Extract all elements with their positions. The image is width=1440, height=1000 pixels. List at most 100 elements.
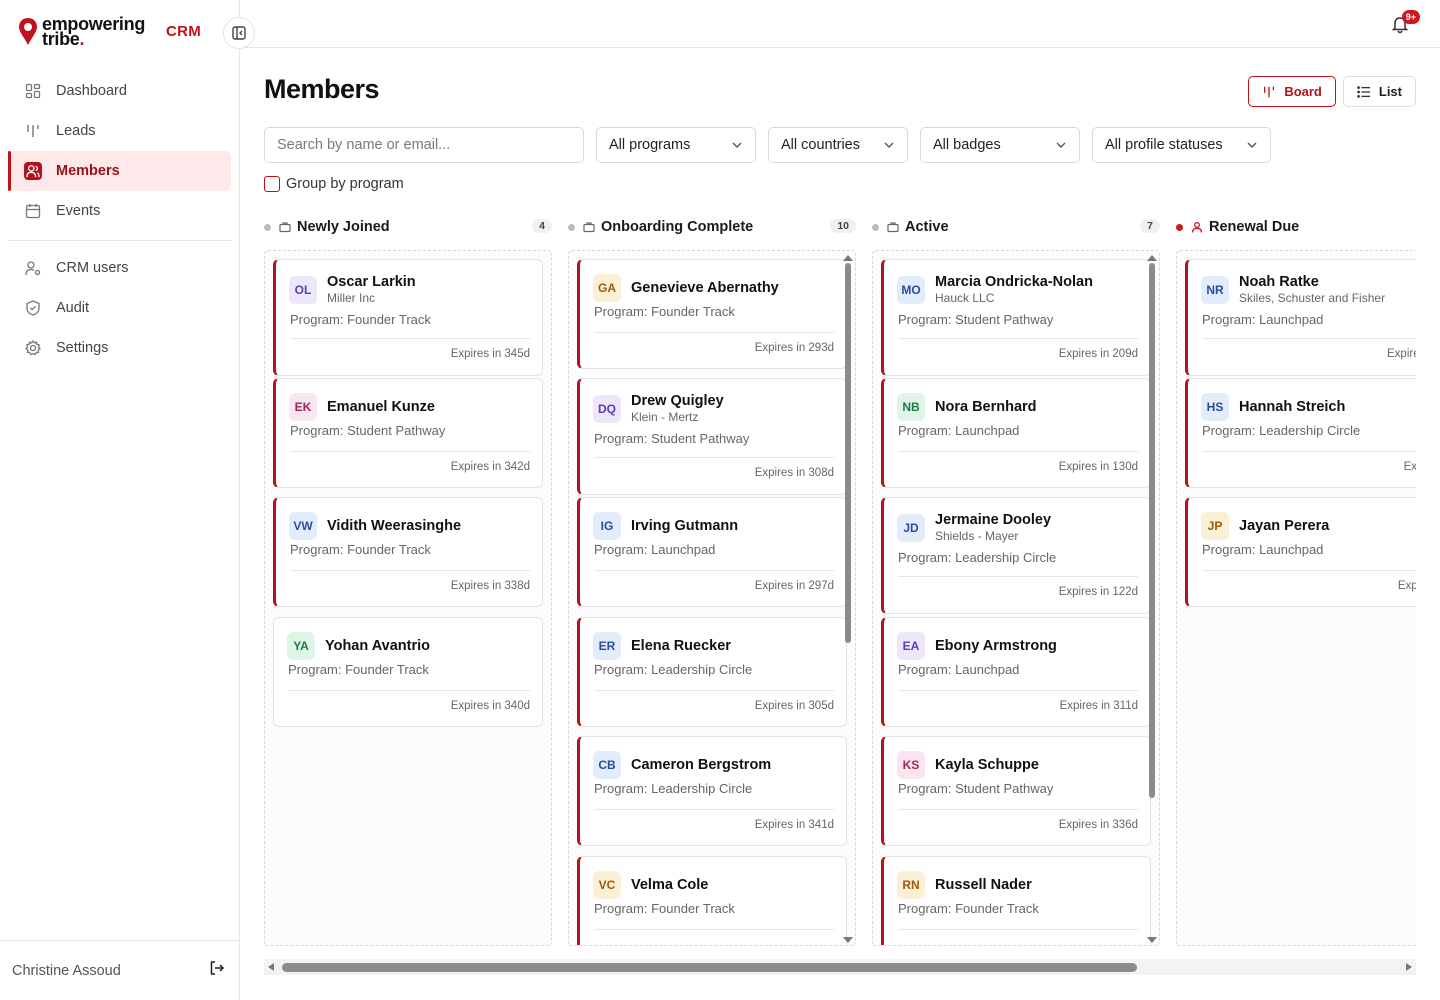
member-name: Ebony Armstrong: [935, 637, 1057, 654]
list-view-button[interactable]: List: [1342, 76, 1416, 107]
scroll-down-arrow[interactable]: [843, 937, 853, 943]
member-card[interactable]: GA Genevieve Abernathy Program: Founder Tr…: [577, 259, 847, 369]
member-card[interactable]: JD Jermaine Dooley Shields - Mayer Program:…: [881, 497, 1151, 614]
sidebar-item-members[interactable]: Members: [8, 151, 231, 191]
location-pin-icon: [19, 18, 37, 45]
column-title: Newly Joined: [297, 219, 390, 235]
avatar: IG: [593, 512, 621, 540]
avatar: VW: [289, 512, 317, 540]
user-cog-icon: [24, 259, 42, 277]
scrollbar-thumb[interactable]: [845, 263, 851, 643]
sidebar-item-crm-users[interactable]: CRM users: [8, 248, 231, 288]
member-name: Marcia Ondricka-Nolan: [935, 274, 1093, 290]
shield-icon: [24, 299, 42, 317]
sidebar-item-audit[interactable]: Audit: [8, 288, 231, 328]
member-program: Program: Founder Track: [594, 901, 735, 916]
card-divider: [898, 690, 1138, 691]
status-dot: [1176, 223, 1183, 231]
member-card[interactable]: YA Yohan Avantrio Program: Founder Track Ex…: [273, 617, 543, 727]
scroll-left-arrow[interactable]: [268, 963, 274, 971]
membership-expiry: Expires in 338d: [450, 580, 530, 592]
avatar: OL: [289, 275, 317, 304]
member-card[interactable]: OL Oscar Larkin Miller Inc Program: Founder…: [273, 259, 543, 376]
member-card[interactable]: NB Nora Bernhard Program: Launchpad Expires…: [881, 378, 1151, 488]
avatar: RN: [897, 871, 925, 899]
member-card[interactable]: IG Irving Gutmann Program: Launchpad Expire…: [577, 497, 847, 607]
member-card[interactable]: KS Kayla Schuppe Program: Student Pathway E…: [881, 736, 1151, 846]
sidebar-item-events[interactable]: Events: [8, 191, 231, 231]
sidebar-item-settings[interactable]: Settings: [8, 328, 231, 368]
member-card-header: MO Marcia Ondricka-Nolan Hauck LLC: [897, 274, 1093, 305]
column-vertical-scrollbar[interactable]: [843, 255, 853, 943]
column-vertical-scrollbar[interactable]: [1147, 255, 1157, 943]
column-count-badge: 10: [830, 219, 856, 233]
member-program: Program: Founder Track: [290, 312, 431, 327]
member-card[interactable]: DQ Drew Quigley Klein - Mertz Program: Stud…: [577, 378, 847, 495]
column-cards-container[interactable]: OL Oscar Larkin Miller Inc Program: Founder…: [264, 250, 552, 946]
board-column: Onboarding Complete 10 GA Genevieve Abernat…: [568, 212, 856, 946]
avatar: HS: [1201, 393, 1229, 421]
profile-statuses-select[interactable]: All profile statuses: [1092, 127, 1271, 163]
member-card-header: HS Hannah Streich: [1201, 393, 1345, 421]
member-program: Program: Founder Track: [290, 542, 431, 557]
member-card[interactable]: EA Ebony Armstrong Program: Launchpad Expir…: [881, 617, 1151, 727]
member-card[interactable]: ER Elena Ruecker Program: Leadership Circl…: [577, 617, 847, 727]
chevron-down-icon: [731, 139, 743, 151]
sidebar-item-label: CRM users: [56, 260, 129, 276]
member-card[interactable]: CB Cameron Bergstrom Program: Leadership C…: [577, 736, 847, 846]
member-card[interactable]: HS Hannah Streich Program: Leadership Circ…: [1185, 378, 1416, 488]
group-by-program-toggle[interactable]: Group by program: [264, 176, 404, 192]
board-horizontal-scrollbar[interactable]: [264, 959, 1416, 975]
membership-expiry: Expires in 336d: [1058, 819, 1138, 831]
member-program: Program: Leadership Circle: [594, 662, 753, 677]
sidebar-item-dashboard[interactable]: Dashboard: [8, 71, 231, 111]
member-name: Russell Nader: [935, 876, 1032, 893]
search-input[interactable]: [264, 127, 584, 163]
member-card[interactable]: EK Emanuel Kunze Program: Student Pathway E…: [273, 378, 543, 488]
board-view-button[interactable]: Board: [1248, 76, 1336, 107]
member-card[interactable]: VW Vidith Weerasinghe Program: Founder Tra…: [273, 497, 543, 607]
card-divider: [1202, 570, 1416, 571]
column-cards-container[interactable]: NR Noah Ratke Skiles, Schuster and Fisher P…: [1176, 250, 1416, 946]
member-card[interactable]: JP Jayan Perera Program: Launchpad Expires …: [1185, 497, 1416, 607]
membership-expiry: Expired 7d: [1387, 348, 1416, 360]
group-by-program-checkbox[interactable]: [264, 176, 280, 192]
scroll-up-arrow[interactable]: [843, 255, 853, 261]
member-card[interactable]: MO Marcia Ondricka-Nolan Hauck LLC Program:…: [881, 259, 1151, 376]
badges-select[interactable]: All badges: [920, 127, 1080, 163]
filters-bar: All programs All countries All badges Al…: [264, 127, 1271, 163]
column-cards-container[interactable]: GA Genevieve Abernathy Program: Founder Tr…: [568, 250, 856, 946]
scrollbar-thumb[interactable]: [282, 963, 1137, 972]
member-name: Noah Ratke: [1239, 274, 1319, 290]
sidebar-item-leads[interactable]: Leads: [8, 111, 231, 151]
list-icon: [1357, 85, 1371, 99]
avatar: NB: [897, 393, 925, 421]
avatar: VC: [593, 871, 621, 899]
scrollbar-thumb[interactable]: [1149, 263, 1155, 798]
calendar-icon: [24, 202, 42, 220]
member-name: Velma Cole: [631, 876, 709, 893]
chevron-down-icon: [883, 139, 895, 151]
programs-select[interactable]: All programs: [596, 127, 756, 163]
card-divider: [898, 338, 1138, 339]
membership-expiry: Expires in 130d: [1058, 461, 1138, 473]
brand-logo[interactable]: empowering tribe.: [18, 14, 145, 50]
kanban-board: Newly Joined 4 OL Oscar Larkin Miller Inc Pro…: [264, 212, 1416, 946]
member-card[interactable]: VC Velma Cole Program: Founder Track: [577, 856, 847, 945]
member-card[interactable]: RN Russell Nader Program: Founder Track: [881, 856, 1151, 945]
member-card[interactable]: NR Noah Ratke Skiles, Schuster and Fisher P…: [1185, 259, 1416, 376]
status-dot: [872, 223, 879, 231]
collapse-sidebar-button[interactable]: [223, 17, 255, 49]
member-company: Skiles, Schuster and Fisher: [1239, 291, 1386, 305]
scroll-up-arrow[interactable]: [1147, 255, 1157, 261]
member-card-header: JD Jermaine Dooley Shields - Mayer: [897, 512, 1051, 543]
member-program: Program: Founder Track: [898, 901, 1039, 916]
scroll-down-arrow[interactable]: [1147, 937, 1157, 943]
membership-expiry: Expires in 342d: [450, 461, 530, 473]
member-card-header: JP Jayan Perera: [1201, 512, 1329, 540]
scroll-right-arrow[interactable]: [1406, 963, 1412, 971]
column-header: Renewal Due: [1176, 212, 1416, 242]
column-cards-container[interactable]: MO Marcia Ondricka-Nolan Hauck LLC Program:…: [872, 250, 1160, 946]
logout-button[interactable]: [209, 960, 225, 981]
countries-select[interactable]: All countries: [768, 127, 908, 163]
